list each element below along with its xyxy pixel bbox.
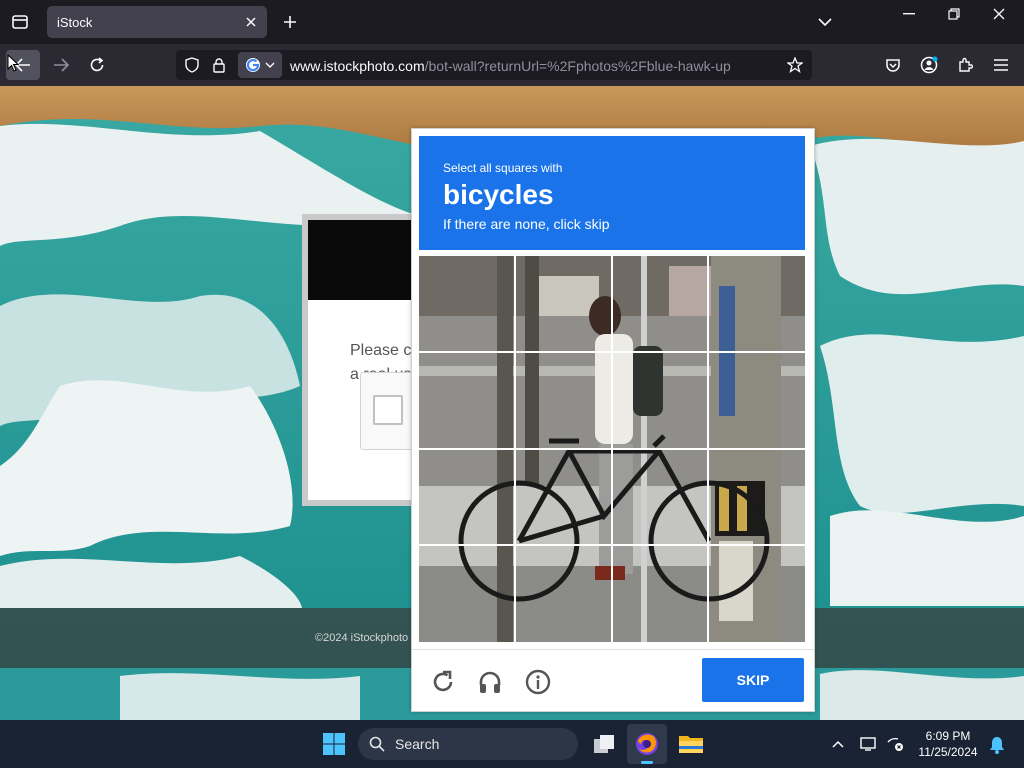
show-hidden-icons-chevron-icon[interactable] [828, 734, 848, 754]
tab-bar: iStock [0, 0, 1024, 44]
audio-challenge-icon[interactable] [475, 667, 505, 697]
restore-icon[interactable] [942, 6, 966, 22]
search-icon [368, 735, 386, 753]
file-explorer-icon[interactable] [676, 730, 706, 758]
url-domain: www.istockphoto.com [290, 58, 425, 74]
pocket-icon[interactable] [880, 52, 906, 78]
task-view-icon[interactable] [590, 730, 618, 758]
taskbar-search[interactable]: Search [358, 728, 578, 760]
captcha-header: Select all squares with bicycles If ther… [419, 136, 805, 250]
chevron-down-icon[interactable] [815, 12, 835, 32]
account-icon[interactable] [916, 52, 942, 78]
tracking-protection-shield-icon[interactable] [182, 55, 202, 75]
network-disconnected-icon[interactable] [884, 734, 906, 754]
tab-istock[interactable]: iStock [47, 6, 267, 38]
bookmark-star-icon[interactable] [784, 54, 806, 76]
tab-title: iStock [57, 15, 93, 30]
skip-button[interactable]: SKIP [702, 658, 804, 702]
captcha-image-grid[interactable] [419, 256, 805, 642]
display-status-icon[interactable] [858, 734, 880, 754]
list-all-tabs-icon[interactable] [8, 10, 32, 34]
forward-icon[interactable] [48, 52, 74, 78]
system-clock[interactable]: 6:09 PM 11/25/2024 [912, 728, 984, 760]
mouse-cursor-icon [6, 53, 20, 73]
captcha-challenge-dialog: Select all squares with bicycles If ther… [411, 128, 815, 712]
menu-icon[interactable] [988, 52, 1014, 78]
info-icon[interactable] [523, 667, 553, 697]
windows-taskbar: Search 6:09 PM 11/25/2024 [0, 720, 1024, 768]
firefox-taskbar-icon[interactable] [627, 724, 667, 764]
not-a-robot-checkbox[interactable] [373, 395, 403, 425]
new-tab-icon[interactable] [280, 12, 300, 32]
windows-start-icon[interactable] [320, 730, 348, 758]
captcha-instruction: Select all squares with [443, 161, 563, 175]
verification-text-line1: Please c [350, 342, 412, 359]
clock-date: 11/25/2024 [918, 745, 978, 759]
url-text[interactable]: www.istockphoto.com/bot-wall?returnUrl=%… [290, 58, 731, 74]
notification-bell-icon[interactable] [986, 734, 1008, 756]
captcha-target-word: bicycles [443, 179, 554, 210]
lock-icon[interactable] [209, 55, 229, 75]
close-tab-icon[interactable] [241, 12, 261, 32]
minimize-icon[interactable] [897, 6, 921, 22]
clock-time: 6:09 PM [925, 729, 971, 743]
close-window-icon[interactable] [987, 6, 1011, 22]
search-engine-google-icon[interactable] [238, 52, 282, 78]
reload-challenge-icon[interactable] [428, 668, 458, 696]
reload-icon[interactable] [84, 52, 110, 78]
extensions-icon[interactable] [952, 52, 978, 78]
captcha-footer: SKIP [412, 649, 814, 712]
url-path: /bot-wall?returnUrl=%2Fphotos%2Fblue-haw… [424, 58, 731, 74]
captcha-skip-hint: If there are none, click skip [443, 216, 610, 232]
copyright-text: ©2024 iStockphoto [315, 632, 409, 644]
search-label: Search [395, 736, 440, 752]
